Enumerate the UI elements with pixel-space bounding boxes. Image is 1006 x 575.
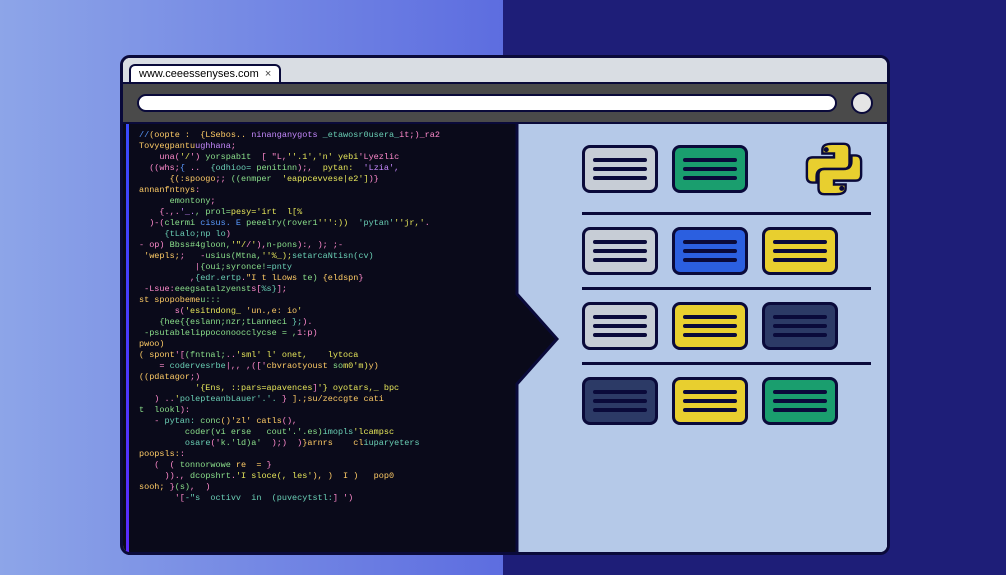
code-line: ( spont'[(fntnal;..'sml' l' onet, lytoca [139, 350, 558, 361]
card[interactable] [582, 302, 658, 350]
code-line: st spopobemeu::: [139, 295, 558, 306]
code-line: 'wepls;; -usius(Mtna,''%_);setarcaNtisn(… [139, 251, 558, 262]
browser-toolbar [123, 84, 887, 124]
code-line: //(oopte : {LSebos.. ninanganygots _etaw… [139, 130, 558, 141]
browser-window: www.ceeessenyses.com × //(oopte : {LSebo… [120, 55, 890, 555]
code-line: annanfntnys: [139, 185, 558, 196]
code-line: ((pdatagor;) [139, 372, 558, 383]
code-line: |{oui;syronce!=pnty [139, 262, 558, 273]
code-line: sooh; }(s), ) [139, 482, 558, 493]
code-panel: //(oopte : {LSebos.. ninanganygots _etaw… [123, 124, 566, 552]
code-line: ))., dcopshrt.'I sloce(, les'), ) I ) po… [139, 471, 558, 482]
code-line: ( ( tonnorwowe re = } [139, 460, 558, 471]
divider [582, 287, 871, 290]
code-line: ((whs;{ .. {odhioo= penitinn);, pytan: '… [139, 163, 558, 174]
code-line: coder(vi erse cout'.'.es)imopls'lcampsc [139, 427, 558, 438]
card[interactable] [762, 377, 838, 425]
toolbar-button[interactable] [851, 92, 873, 114]
code-line: emontony; [139, 196, 558, 207]
code-line: una('/') yorspab1t [ "L,''.1','n' yebi'L… [139, 152, 558, 163]
code-line: {tLalo;np lo) [139, 229, 558, 240]
divider [582, 212, 871, 215]
card[interactable] [582, 227, 658, 275]
card[interactable] [672, 377, 748, 425]
code-line: {hee{{eslann;nzr;tLanneci };). [139, 317, 558, 328]
close-icon[interactable]: × [265, 68, 271, 80]
card[interactable] [582, 145, 658, 193]
card[interactable] [672, 302, 748, 350]
code-line: - pytan: conc()'zl' catls(), [139, 416, 558, 427]
divider [582, 362, 871, 365]
code-line: '[-"s octivv in (puvecytstl:] ') [139, 493, 558, 504]
code-line: t lookl): [139, 405, 558, 416]
code-line: pwoo) [139, 339, 558, 350]
code-line: {(:spoogo;; ((enmper 'eappcevvese|e2'])} [139, 174, 558, 185]
code-line: ) ..'polepteanbLauer'.'. } ].;su/zeccgte… [139, 394, 558, 405]
code-line: = codervesrbe|,, ,(['cbvraotyoust som0'm… [139, 361, 558, 372]
code-line: ,{edr.ertp."I t lLows te) {eldspn} [139, 273, 558, 284]
code-line: poopsls:: [139, 449, 558, 460]
browser-tab[interactable]: www.ceeessenyses.com × [129, 64, 281, 82]
code-line: osare('k.'ld)a' );) )}arnrs cliuparyeter… [139, 438, 558, 449]
code-line: {.,.'_., prol=pesy='irt l[% [139, 207, 558, 218]
code-line: '{Ens, ::pars=apavences]'} oyotars,_ bpc [139, 383, 558, 394]
card[interactable] [762, 302, 838, 350]
code-line: -Lsue:eeegsatalzyensts[%s}]; [139, 284, 558, 295]
card[interactable] [762, 227, 838, 275]
card[interactable] [582, 377, 658, 425]
url-bar[interactable] [137, 94, 837, 112]
code-line: s('esitndong_ 'un.,e: io' [139, 306, 558, 317]
code-line: )-(clermi cisus. E peeelry(rover1''':)) … [139, 218, 558, 229]
card[interactable] [672, 227, 748, 275]
card-row [582, 138, 871, 200]
code-line: -psutablelippoconoocclycse = ,1:p) [139, 328, 558, 339]
python-icon [803, 138, 865, 200]
card-row [582, 377, 871, 425]
card[interactable] [672, 145, 748, 193]
tab-url-label: www.ceeessenyses.com [139, 68, 259, 80]
code-line: Tovyegpantuughhana; [139, 141, 558, 152]
code-line: - op) Bbss#4gloon,'"//'),n-pons):, ); ;- [139, 240, 558, 251]
card-row [582, 302, 871, 350]
card-panel [566, 124, 887, 552]
line-gutter [126, 124, 129, 552]
card-row [582, 227, 871, 275]
tab-bar: www.ceeessenyses.com × [123, 58, 887, 84]
